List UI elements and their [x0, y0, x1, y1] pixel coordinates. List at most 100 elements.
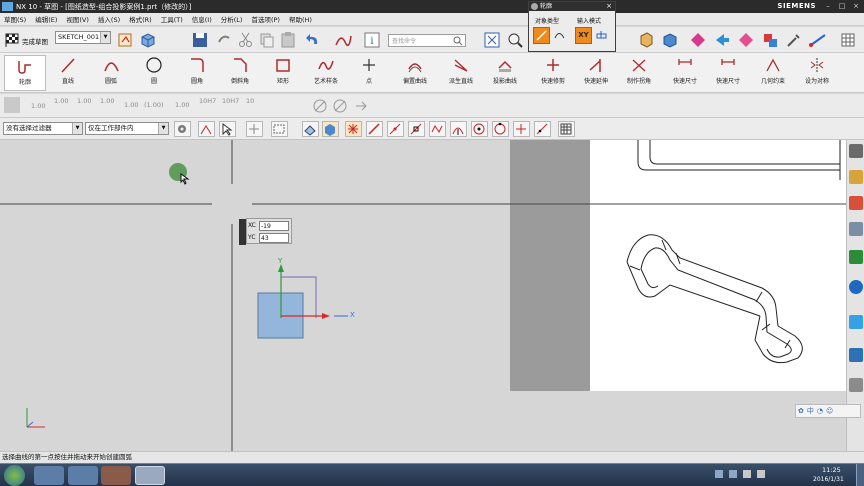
- cut-button[interactable]: [236, 30, 256, 50]
- show-desktop-button[interactable]: [856, 464, 864, 486]
- snap-intersection-button[interactable]: [513, 121, 530, 137]
- snap-button[interactable]: [688, 30, 708, 50]
- ribbon-fillet-button[interactable]: 圆角: [176, 55, 218, 91]
- dimension-value[interactable]: 1.00: [77, 98, 91, 105]
- more-tools-button[interactable]: [838, 30, 858, 50]
- select-feature-button[interactable]: [219, 121, 236, 137]
- dimension-value[interactable]: 1.00: [54, 98, 68, 105]
- close-icon[interactable]: ×: [606, 2, 612, 11]
- dimension-value[interactable]: 10H7: [222, 98, 239, 105]
- command-finder-button[interactable]: [333, 30, 353, 50]
- reuse-library-icon[interactable]: [849, 250, 863, 264]
- box-select-button[interactable]: [271, 121, 288, 137]
- dimension-value[interactable]: 1.00: [31, 103, 45, 110]
- snap-quadrant-button[interactable]: [492, 121, 509, 137]
- ribbon-quick-trim-button[interactable]: 快速修剪: [532, 55, 574, 91]
- ribbon-rectangle-button[interactable]: 矩形: [262, 55, 304, 91]
- menu-insert[interactable]: 插入(S): [98, 14, 120, 24]
- measure-button[interactable]: [808, 30, 828, 50]
- snap-arc-center-button[interactable]: [450, 121, 467, 137]
- ribbon-spline-button[interactable]: 艺术样条: [305, 55, 347, 91]
- ribbon-geometric-constraints-button[interactable]: 几何约束: [752, 55, 794, 91]
- taskbar-ie-button[interactable]: [34, 466, 64, 485]
- type-filter-select[interactable]: 没有选择过滤器 ▼: [3, 122, 83, 135]
- history-icon[interactable]: [849, 315, 863, 329]
- taskbar-media-button[interactable]: [101, 466, 131, 485]
- menu-format[interactable]: 格式(R): [129, 14, 152, 24]
- dimension-value[interactable]: 1.00: [124, 102, 138, 109]
- zoom-button[interactable]: [505, 30, 525, 50]
- start-button[interactable]: [4, 465, 25, 486]
- constraint-navigator-icon[interactable]: [849, 196, 863, 210]
- ribbon-make-corner-button[interactable]: 制作拐角: [618, 55, 660, 91]
- snap-control-button[interactable]: [408, 121, 425, 137]
- menu-analysis[interactable]: 分析(L): [221, 14, 243, 24]
- tools-button[interactable]: [784, 30, 804, 50]
- paste-button[interactable]: [278, 30, 298, 50]
- grid-snap-button[interactable]: [558, 121, 575, 137]
- ribbon-point-button[interactable]: 点: [348, 55, 390, 91]
- ribbon-derived-line-button[interactable]: 派生直线: [440, 55, 482, 91]
- taskbar-nx-button[interactable]: [135, 466, 165, 485]
- snap-midpoint-button[interactable]: [387, 121, 404, 137]
- object-arc-button[interactable]: [552, 27, 569, 44]
- tray-icon[interactable]: [729, 470, 737, 478]
- orient-view-button[interactable]: [116, 30, 136, 50]
- reattach-button[interactable]: [138, 30, 158, 50]
- minimize-button[interactable]: –: [822, 1, 834, 11]
- dimension-value[interactable]: 1.00: [175, 102, 189, 109]
- command-search-input[interactable]: 查找命令: [388, 34, 466, 47]
- ribbon-arc-button[interactable]: 圆弧: [90, 55, 132, 91]
- close-button[interactable]: ×: [850, 1, 862, 11]
- ribbon-quick-extend-button[interactable]: 快速延伸: [575, 55, 617, 91]
- ribbon-profile-button[interactable]: 轮廓: [4, 55, 46, 91]
- menu-help[interactable]: 帮助(H): [289, 14, 312, 24]
- constraint-button[interactable]: [712, 30, 732, 50]
- undo-button[interactable]: [303, 30, 323, 50]
- ribbon-make-symmetric-button[interactable]: 设为对称: [796, 55, 838, 91]
- grip-handle[interactable]: [239, 219, 246, 245]
- select-curve-button[interactable]: [198, 121, 215, 137]
- ribbon-line-button[interactable]: 直线: [47, 55, 89, 91]
- menu-sketch[interactable]: 草图(S): [4, 14, 26, 24]
- eraser-button[interactable]: [302, 121, 319, 137]
- network-icon[interactable]: [743, 470, 751, 478]
- snap-center-button[interactable]: [471, 121, 488, 137]
- scope-select[interactable]: 仅在工作部件内 ▼: [85, 122, 169, 135]
- snap-endpoint-button[interactable]: [345, 121, 362, 137]
- part-navigator-icon[interactable]: [849, 222, 863, 236]
- ribbon-project-curve-button[interactable]: 投影曲线: [484, 55, 526, 91]
- menu-edit[interactable]: 编辑(E): [35, 14, 57, 24]
- taskbar-explorer-button[interactable]: [68, 466, 98, 485]
- parameter-mode-button[interactable]: [594, 27, 611, 44]
- dimension-value[interactable]: 1.00: [100, 98, 114, 105]
- show-constraints-button[interactable]: [760, 30, 780, 50]
- menu-view[interactable]: 视图(V): [66, 14, 89, 24]
- ime-toolbar[interactable]: ✿中◔☺: [795, 404, 861, 418]
- sketch-name-select[interactable]: SKETCH_001 ▼: [55, 31, 111, 44]
- graphics-window[interactable]: X Y: [0, 140, 846, 451]
- xc-input[interactable]: -19: [259, 221, 289, 231]
- ribbon-chamfer-button[interactable]: 倒斜角: [219, 55, 261, 91]
- ribbon-rapid-dimension-2-button[interactable]: 快速尺寸: [707, 55, 749, 91]
- view-orient-button[interactable]: [636, 30, 656, 50]
- render-style-button[interactable]: [660, 30, 680, 50]
- menu-tools[interactable]: 工具(T): [161, 14, 183, 24]
- volume-icon[interactable]: [757, 470, 765, 478]
- ribbon-rapid-dimension-button[interactable]: 快速尺寸: [664, 55, 706, 91]
- snap-tangent-button[interactable]: [534, 121, 551, 137]
- dimension-value[interactable]: 10: [246, 98, 254, 105]
- filter-settings-button[interactable]: [174, 121, 191, 137]
- tray-icon[interactable]: [715, 470, 723, 478]
- save-button[interactable]: [190, 30, 210, 50]
- dimension-button[interactable]: [736, 30, 756, 50]
- menu-info[interactable]: 信息(I): [192, 14, 212, 24]
- ribbon-circle-button[interactable]: 圆: [133, 55, 175, 91]
- dimension-value[interactable]: (1.00): [144, 102, 164, 109]
- web-browser-icon[interactable]: [849, 280, 863, 294]
- copy-button[interactable]: [257, 30, 277, 50]
- process-studio-icon[interactable]: [849, 378, 863, 392]
- snap-point-button[interactable]: [246, 121, 263, 137]
- dimension-value[interactable]: 10H7: [199, 98, 216, 105]
- fit-view-button[interactable]: [482, 30, 502, 50]
